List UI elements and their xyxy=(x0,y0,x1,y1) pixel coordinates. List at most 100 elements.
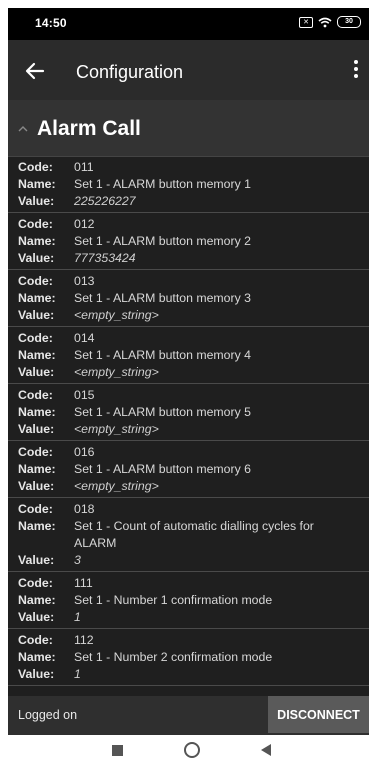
value-label: Value: xyxy=(18,308,55,322)
value-value: 1 xyxy=(74,667,81,681)
value-label: Value: xyxy=(18,553,55,567)
code-label: Code: xyxy=(18,217,53,231)
list-item[interactable]: Code: 016 Name: Set 1 - ALARM button memory… xyxy=(8,441,369,498)
code-label: Code: xyxy=(18,502,53,516)
code-row: Code: 014 xyxy=(8,330,369,347)
phone-screen: 14:50 ✕ 30 Configuration Alarm Call Code… xyxy=(8,8,369,735)
list-item[interactable]: Code: 011 Name: Set 1 - ALARM button memory… xyxy=(8,156,369,213)
connection-status: Logged on xyxy=(18,708,78,722)
name-value: Set 1 - ALARM button memory 4 xyxy=(74,348,252,362)
section-header-alarm-call[interactable]: Alarm Call xyxy=(8,100,369,157)
name-row: Name: Set 1 - Number 1 confirmation mode xyxy=(8,592,369,609)
name-label: Name: xyxy=(18,348,56,362)
value-row: Value: <empty_string> xyxy=(8,364,369,381)
value-row: Value: 3 xyxy=(8,552,369,569)
value-value: 3 xyxy=(74,553,81,567)
name-value: Set 1 - ALARM button memory 1 xyxy=(74,177,252,191)
value-label: Value: xyxy=(18,251,55,265)
list-item[interactable]: Code: 012 Name: Set 1 - ALARM button memory… xyxy=(8,213,369,270)
name-value: Set 1 - ALARM button memory 5 xyxy=(74,405,252,419)
battery-icon: 30 xyxy=(337,16,361,28)
list-item[interactable]: Code: 013 Name: Set 1 - ALARM button memory… xyxy=(8,270,369,327)
sim-off-icon: ✕ xyxy=(299,16,313,28)
name-label: Name: xyxy=(18,291,56,305)
list-item[interactable]: Code: 111 Name: Set 1 - Number 1 confirmati… xyxy=(8,572,369,629)
code-value: 015 xyxy=(74,388,95,402)
name-value: Set 1 - Number 2 confirmation mode xyxy=(74,650,273,664)
name-row: Name: Set 1 - ALARM button memory 1 xyxy=(8,176,369,193)
nav-back-icon[interactable] xyxy=(261,744,271,756)
code-value: 112 xyxy=(74,633,94,647)
name-row: Name: Set 1 - Number 2 confirmation mode xyxy=(8,649,369,666)
list-item[interactable]: Code: 014 Name: Set 1 - ALARM button memory… xyxy=(8,327,369,384)
code-label: Code: xyxy=(18,388,53,402)
name-row: Name: Set 1 - Count of automatic dialling… xyxy=(8,518,369,552)
name-row: Name: Set 1 - ALARM button memory 2 xyxy=(8,233,369,250)
code-row: Code: 016 xyxy=(8,444,369,461)
page-title: Configuration xyxy=(76,62,184,82)
value-value: <empty_string> xyxy=(74,479,159,493)
name-value: Set 1 - Count of automatic dialling cycl… xyxy=(74,519,314,550)
code-row: Code: 015 xyxy=(8,387,369,404)
value-label: Value: xyxy=(18,194,55,208)
value-row: Value: <empty_string> xyxy=(8,478,369,495)
back-arrow-icon[interactable] xyxy=(22,58,48,84)
code-value: 111 xyxy=(74,576,93,590)
nav-home-icon[interactable] xyxy=(184,742,200,758)
nav-recent-icon[interactable] xyxy=(112,745,123,756)
code-value: 018 xyxy=(74,502,95,516)
value-value: <empty_string> xyxy=(74,365,159,379)
name-row: Name: Set 1 - ALARM button memory 6 xyxy=(8,461,369,478)
code-label: Code: xyxy=(18,633,53,647)
code-row: Code: 112 xyxy=(8,632,369,649)
name-label: Name: xyxy=(18,593,56,607)
code-row: Code: 018 xyxy=(8,501,369,518)
system-nav-bar xyxy=(0,735,369,760)
name-row: Name: Set 1 - ALARM button memory 5 xyxy=(8,404,369,421)
value-row: Value: 225226227 xyxy=(8,193,369,210)
code-value: 012 xyxy=(74,217,95,231)
config-list[interactable]: Code: 011 Name: Set 1 - ALARM button memory… xyxy=(8,156,369,696)
bottom-bar: Logged on DISCONNECT xyxy=(8,696,369,735)
name-value: Set 1 - ALARM button memory 6 xyxy=(74,462,252,476)
code-value: 014 xyxy=(74,331,95,345)
name-label: Name: xyxy=(18,462,56,476)
list-item[interactable]: Code: 015 Name: Set 1 - ALARM button memory… xyxy=(8,384,369,441)
code-row: Code: 013 xyxy=(8,273,369,290)
value-value: 1 xyxy=(74,610,81,624)
code-label: Code: xyxy=(18,274,53,288)
code-label: Code: xyxy=(18,331,53,345)
value-label: Value: xyxy=(18,667,55,681)
value-label: Value: xyxy=(18,365,55,379)
name-label: Name: xyxy=(18,177,56,191)
code-value: 013 xyxy=(74,274,95,288)
list-item[interactable]: Code: 112 Name: Set 1 - Number 2 confirmati… xyxy=(8,629,369,686)
section-title: Alarm Call xyxy=(37,117,141,140)
code-label: Code: xyxy=(18,160,53,174)
status-bar: 14:50 ✕ 30 xyxy=(8,8,369,40)
value-row: Value: 777353424 xyxy=(8,250,369,267)
code-value: 016 xyxy=(74,445,95,459)
name-label: Name: xyxy=(18,405,56,419)
more-vert-icon[interactable] xyxy=(351,58,361,82)
name-label: Name: xyxy=(18,650,56,664)
app-bar: Configuration xyxy=(8,40,369,100)
code-label: Code: xyxy=(18,445,53,459)
name-label: Name: xyxy=(18,234,56,248)
disconnect-button[interactable]: DISCONNECT xyxy=(268,696,369,733)
name-label: Name: xyxy=(18,519,56,533)
name-value: Set 1 - Number 1 confirmation mode xyxy=(74,593,273,607)
name-value: Set 1 - ALARM button memory 3 xyxy=(74,291,252,305)
list-item[interactable]: Code: 018 Name: Set 1 - Count of automatic … xyxy=(8,498,369,572)
name-row: Name: Set 1 - ALARM button memory 4 xyxy=(8,347,369,364)
value-row: Value: <empty_string> xyxy=(8,421,369,438)
code-value: 011 xyxy=(74,160,94,174)
code-row: Code: 012 xyxy=(8,216,369,233)
code-row: Code: 011 xyxy=(8,159,369,176)
chevron-up-icon xyxy=(18,126,28,132)
value-value: 777353424 xyxy=(74,251,136,265)
name-row: Name: Set 1 - ALARM button memory 3 xyxy=(8,290,369,307)
value-label: Value: xyxy=(18,610,55,624)
value-value: <empty_string> xyxy=(74,422,159,436)
value-row: Value: 1 xyxy=(8,666,369,683)
